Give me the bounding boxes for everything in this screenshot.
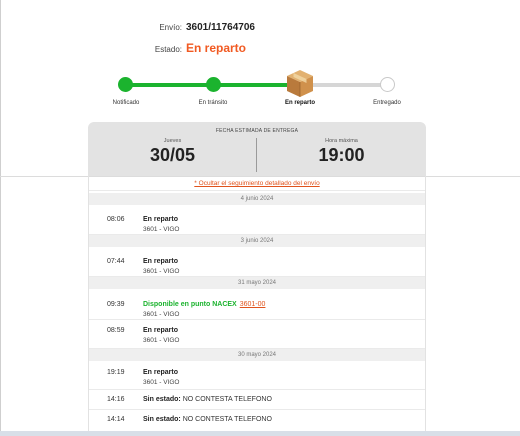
step-label-entregado: Entregado — [373, 100, 401, 106]
estado-value: En reparto — [186, 41, 247, 55]
progress-tracker: Notificado En tránsito En reparto Entreg… — [0, 68, 520, 112]
event-status: En reparto — [143, 258, 179, 265]
tracking-history: * Ocultar el seguimiento detallado del e… — [88, 176, 426, 436]
date-header: 4 junio 2024 — [89, 193, 425, 205]
date-header: 3 junio 2024 — [89, 235, 425, 247]
event-status: En reparto — [143, 369, 179, 376]
date-header: 31 mayo 2024 — [89, 277, 425, 289]
event-location: 3601 - VIGO — [143, 337, 180, 344]
event-time: 19:19 — [107, 369, 125, 376]
toggle-detail-text[interactable]: * Ocultar el seguimiento detallado del e… — [194, 180, 319, 187]
step-entregado-dot — [380, 77, 395, 92]
envio-number: 3601/11764706 — [186, 22, 255, 33]
event-time: 14:14 — [107, 416, 125, 423]
event-detail: NO CONTESTA TELEFONO — [182, 416, 272, 423]
event-time: 09:39 — [107, 301, 125, 308]
delivery-date: 30/05 — [149, 145, 196, 165]
event-row: 19:19 En reparto 3601 - VIGO — [89, 361, 425, 390]
event-status-text: Sin estado: — [143, 416, 181, 423]
delivery-date-column: Jueves 30/05 — [88, 138, 257, 166]
delivery-time: 19:00 — [318, 145, 365, 165]
shipment-header: Envío: 3601/11764706 Estado: En reparto — [0, 22, 520, 59]
estado-row: Estado: En reparto — [0, 41, 520, 59]
event-row: 08:06 En reparto 3601 - VIGO — [89, 205, 425, 235]
event-status-text: Sin estado: — [143, 396, 181, 403]
event-time: 07:44 — [107, 258, 125, 265]
event-detail: NO CONTESTA TELEFONO — [182, 396, 272, 403]
event-status: En reparto — [143, 216, 179, 223]
event-status: Sin estado: NO CONTESTA TELEFONO — [143, 416, 272, 423]
event-row: 09:39 Disponible en punto NACEX 3601-00 3… — [89, 289, 425, 320]
date-header: 30 mayo 2024 — [89, 349, 425, 361]
toggle-detail-link[interactable]: * Ocultar el seguimiento detallado del e… — [89, 176, 425, 191]
envio-row: Envío: 3601/11764706 — [0, 22, 520, 38]
envio-label: Envío: — [159, 23, 182, 32]
pickup-point-link[interactable]: 3601-00 — [240, 301, 266, 308]
package-box-icon — [287, 70, 313, 97]
event-location: 3601 - VIGO — [143, 311, 180, 318]
event-location: 3601 - VIGO — [143, 268, 180, 275]
event-location: 3601 - VIGO — [143, 226, 180, 233]
estado-label: Estado: — [154, 45, 182, 54]
step-label-transito: En tránsito — [198, 100, 228, 106]
estimated-delivery-card: FECHA ESTIMADA DE ENTREGA Jueves 30/05 H… — [88, 122, 426, 176]
event-status-text: Disponible en punto NACEX — [143, 301, 237, 308]
event-status: En reparto — [143, 327, 179, 334]
event-status: Disponible en punto NACEX 3601-00 — [143, 301, 265, 308]
event-row: 07:44 En reparto 3601 - VIGO — [89, 247, 425, 277]
page-border — [0, 0, 1, 436]
event-row: 08:59 En reparto 3601 - VIGO — [89, 320, 425, 349]
event-status: Sin estado: NO CONTESTA TELEFONO — [143, 396, 272, 403]
delivery-time-column: Hora máxima 19:00 — [257, 138, 426, 166]
delivery-caption: FECHA ESTIMADA DE ENTREGA — [215, 128, 299, 134]
delivery-time-label: Hora máxima — [325, 138, 358, 144]
event-time: 14:16 — [107, 396, 125, 403]
bottom-edge — [0, 431, 520, 436]
event-time: 08:59 — [107, 327, 125, 334]
step-label-notificado: Notificado — [112, 100, 140, 106]
event-location: 3601 - VIGO — [143, 379, 180, 386]
event-row: 14:16 Sin estado: NO CONTESTA TELEFONO — [89, 390, 425, 410]
event-row: 14:14 Sin estado: NO CONTESTA TELEFONO — [89, 410, 425, 430]
step-label-reparto: En reparto — [284, 100, 316, 106]
step-notificado-dot — [118, 77, 133, 92]
step-transito-dot — [206, 77, 221, 92]
event-time: 08:06 — [107, 216, 125, 223]
delivery-day-label: Jueves — [163, 138, 182, 144]
